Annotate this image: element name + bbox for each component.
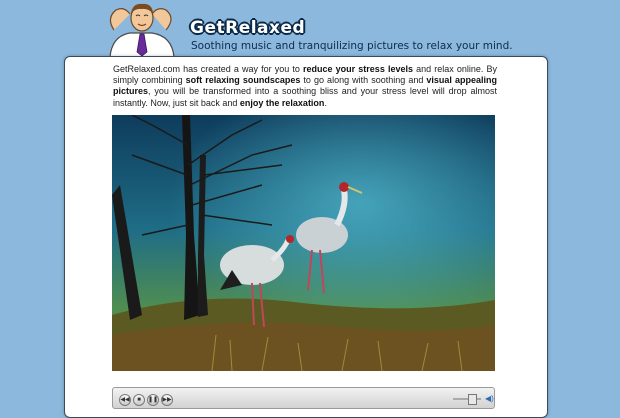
pause-icon[interactable]: ❚❚ xyxy=(147,394,159,406)
audio-player: ◀◀ ■ ❚❚ ▶▶ ◀) xyxy=(112,387,495,409)
highlight-soundscapes: soft relaxing soundscapes xyxy=(185,75,301,86)
speaker-icon[interactable]: ◀) xyxy=(485,395,494,403)
relaxing-photo xyxy=(112,115,495,371)
header: GetRelaxed Soothing music and tranquiliz… xyxy=(0,0,620,58)
highlight-stress: reduce your stress levels xyxy=(303,64,413,74)
site-logo[interactable]: GetRelaxed xyxy=(190,18,305,38)
forward-icon[interactable]: ▶▶ xyxy=(161,394,173,406)
relaxed-man-logo-icon xyxy=(109,3,175,57)
volume-slider-handle[interactable] xyxy=(468,394,477,405)
highlight-relaxation: enjoy the relaxation xyxy=(239,97,325,108)
stop-icon[interactable]: ■ xyxy=(133,394,145,406)
rewind-icon[interactable]: ◀◀ xyxy=(119,394,131,406)
tagline: Soothing music and tranquilizing picture… xyxy=(191,40,513,52)
intro-paragraph: GetRelaxed.com has created a way for you… xyxy=(113,64,497,108)
